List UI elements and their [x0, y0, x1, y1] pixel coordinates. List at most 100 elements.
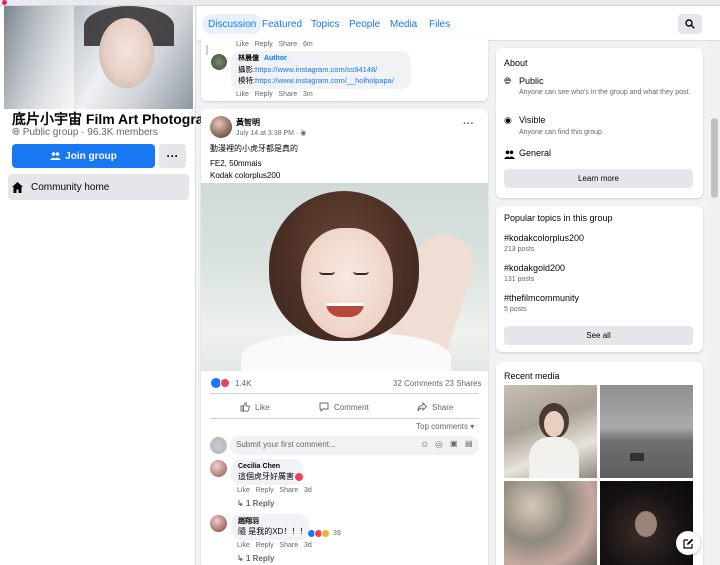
topic-hashtag[interactable]: #thefilmcommunity	[504, 293, 579, 303]
comment-bubble: 趙翔羽 隨 是我的XD！！！	[231, 514, 309, 540]
reaction-summary[interactable]: 1.4K	[211, 378, 251, 388]
topic-hashtag[interactable]: #kodakgold200	[504, 263, 565, 273]
thread-line	[206, 45, 208, 55]
tab-featured[interactable]: Featured	[256, 14, 308, 34]
new-message-button[interactable]	[676, 531, 700, 555]
comment-time: 3d	[303, 542, 312, 549]
author-avatar[interactable]	[211, 54, 227, 70]
divider	[210, 418, 479, 419]
shares-count[interactable]: 23 Shares	[445, 379, 481, 388]
see-all-topics-button[interactable]: See all	[504, 326, 693, 345]
like-link[interactable]: Like	[236, 91, 249, 98]
post-author-avatar[interactable]	[210, 116, 232, 138]
share-link[interactable]: Share	[279, 542, 298, 549]
tab-topics[interactable]: Topics	[305, 14, 345, 34]
commenter-name[interactable]: 趙翔羽	[238, 517, 302, 526]
globe-icon: ◉	[300, 130, 307, 137]
group-more-button[interactable]: ···	[159, 144, 186, 168]
share-link[interactable]: Share	[279, 487, 298, 494]
post-text: 動漫裡的小虎牙都是真的 FE2, 50mmais Kodak colorplus…	[210, 143, 298, 182]
comments-count[interactable]: 32 Comments	[393, 379, 443, 388]
post-text-line: Kodak colorplus200	[210, 171, 281, 180]
post-menu-button[interactable]: ···	[463, 118, 474, 130]
thumbs-up-icon	[240, 402, 250, 412]
post-photo[interactable]	[201, 183, 488, 371]
globe-icon: 🌐︎	[12, 127, 20, 138]
share-link[interactable]: Share	[278, 91, 297, 98]
gif-icon[interactable]: ▣	[450, 439, 458, 448]
like-link[interactable]: Like	[236, 41, 249, 48]
comment-label: Comment	[334, 402, 369, 412]
comment-actions: Like Reply Share 3d	[237, 542, 312, 549]
view-replies-link[interactable]: ↳ 1 Reply	[237, 499, 274, 508]
model-link[interactable]: https://www.instagram.com/__holholpapa/	[255, 76, 394, 85]
comment-time: 6m	[302, 41, 313, 48]
author-comment-bubble: 林晨億 Author 攝影:https://www.instagram.com/…	[231, 51, 411, 89]
post-text-line: 動漫裡的小虎牙都是真的	[210, 144, 298, 153]
share-icon	[417, 402, 427, 412]
tab-media[interactable]: Media	[384, 14, 423, 34]
reply-link[interactable]: Reply	[256, 487, 274, 494]
scrollbar-thumb[interactable]	[711, 118, 718, 198]
reply-link[interactable]: Reply	[255, 41, 273, 48]
privacy-description: Anyone can see who's in the group and wh…	[519, 89, 691, 96]
author-badge: Author	[260, 55, 290, 62]
comment-reactions[interactable]: 39	[307, 529, 341, 538]
media-thumbnail[interactable]	[600, 481, 693, 565]
comment-time: 3d	[303, 487, 312, 494]
reply-link[interactable]: Reply	[256, 542, 274, 549]
media-thumbnail[interactable]	[504, 481, 597, 565]
comment-input-placeholder: Submit your first comment...	[236, 440, 336, 449]
comment-actions: Like Reply Share 3d	[237, 487, 312, 494]
browser-indicator-icon	[2, 0, 7, 5]
privacy-title: Public	[519, 76, 544, 86]
recent-media-title: Recent media	[504, 371, 560, 381]
community-home-link[interactable]: Community home	[8, 174, 189, 200]
media-thumbnail[interactable]	[504, 385, 597, 478]
media-thumbnail[interactable]	[600, 385, 693, 478]
replies-count: 1 Reply	[245, 499, 275, 508]
comment-bubble: Cecilia Chen 這個虎牙好厲害	[231, 459, 303, 485]
comment-sort-label: Top comments	[416, 422, 469, 431]
join-group-button[interactable]: Join group	[12, 144, 155, 168]
comment-actions: Like Reply Share 3m	[236, 91, 313, 98]
view-replies-link[interactable]: ↳ 1 Reply	[237, 554, 274, 563]
model-label: 模特:	[238, 76, 256, 85]
comment-author-name[interactable]: 林晨億	[238, 55, 259, 62]
post-timestamp[interactable]: July 14 at 3:38 PM · ◉	[236, 129, 306, 137]
commenter-avatar[interactable]	[210, 515, 227, 532]
tab-people[interactable]: People	[343, 14, 386, 34]
topic-hashtag[interactable]: #kodakcolorplus200	[504, 233, 584, 243]
photographer-link[interactable]: https://www.instagram.com/ss94148/	[255, 65, 377, 74]
like-button[interactable]: Like	[240, 399, 270, 415]
emoji-icon[interactable]: ☺	[420, 439, 429, 449]
sticker-icon[interactable]: ▤	[465, 439, 473, 448]
caret-down-icon: ▾	[470, 422, 475, 431]
commenter-avatar[interactable]	[210, 460, 227, 477]
reaction-count: 1.4K	[235, 378, 252, 388]
comment-sort-dropdown[interactable]: Top comments ▾	[416, 422, 474, 431]
tab-files[interactable]: Files	[423, 14, 456, 34]
love-reaction-icon	[220, 378, 230, 388]
group-cover-photo[interactable]	[4, 6, 193, 109]
group-name[interactable]: 底片小宇宙 Film Art Photography	[12, 109, 228, 129]
share-button[interactable]: Share	[417, 399, 453, 415]
divider	[210, 393, 479, 394]
topic-post-count: 5 posts	[504, 306, 527, 313]
haha-reaction-icon	[321, 529, 330, 538]
reply-arrow-icon: ↳	[237, 499, 244, 508]
post-author-name[interactable]: 黃智明	[236, 117, 260, 128]
group-privacy-members: Public group · 96.3K members	[22, 127, 158, 138]
learn-more-button[interactable]: Learn more	[504, 169, 693, 188]
commenter-name[interactable]: Cecilia Chen	[238, 462, 296, 471]
comment-button[interactable]: Comment	[319, 399, 369, 415]
share-link[interactable]: Share	[278, 41, 297, 48]
group-search-button[interactable]	[678, 14, 702, 34]
camera-icon[interactable]: ◎	[435, 439, 443, 450]
like-link[interactable]: Like	[237, 542, 250, 549]
tab-discussion[interactable]: Discussion	[202, 14, 263, 34]
like-link[interactable]: Like	[237, 487, 250, 494]
comment-text: 隨 是我的XD！！！	[238, 527, 308, 536]
reply-link[interactable]: Reply	[255, 91, 273, 98]
comment-input[interactable]: Submit your first comment... ☺ ◎ ▣ ▤	[230, 436, 479, 455]
